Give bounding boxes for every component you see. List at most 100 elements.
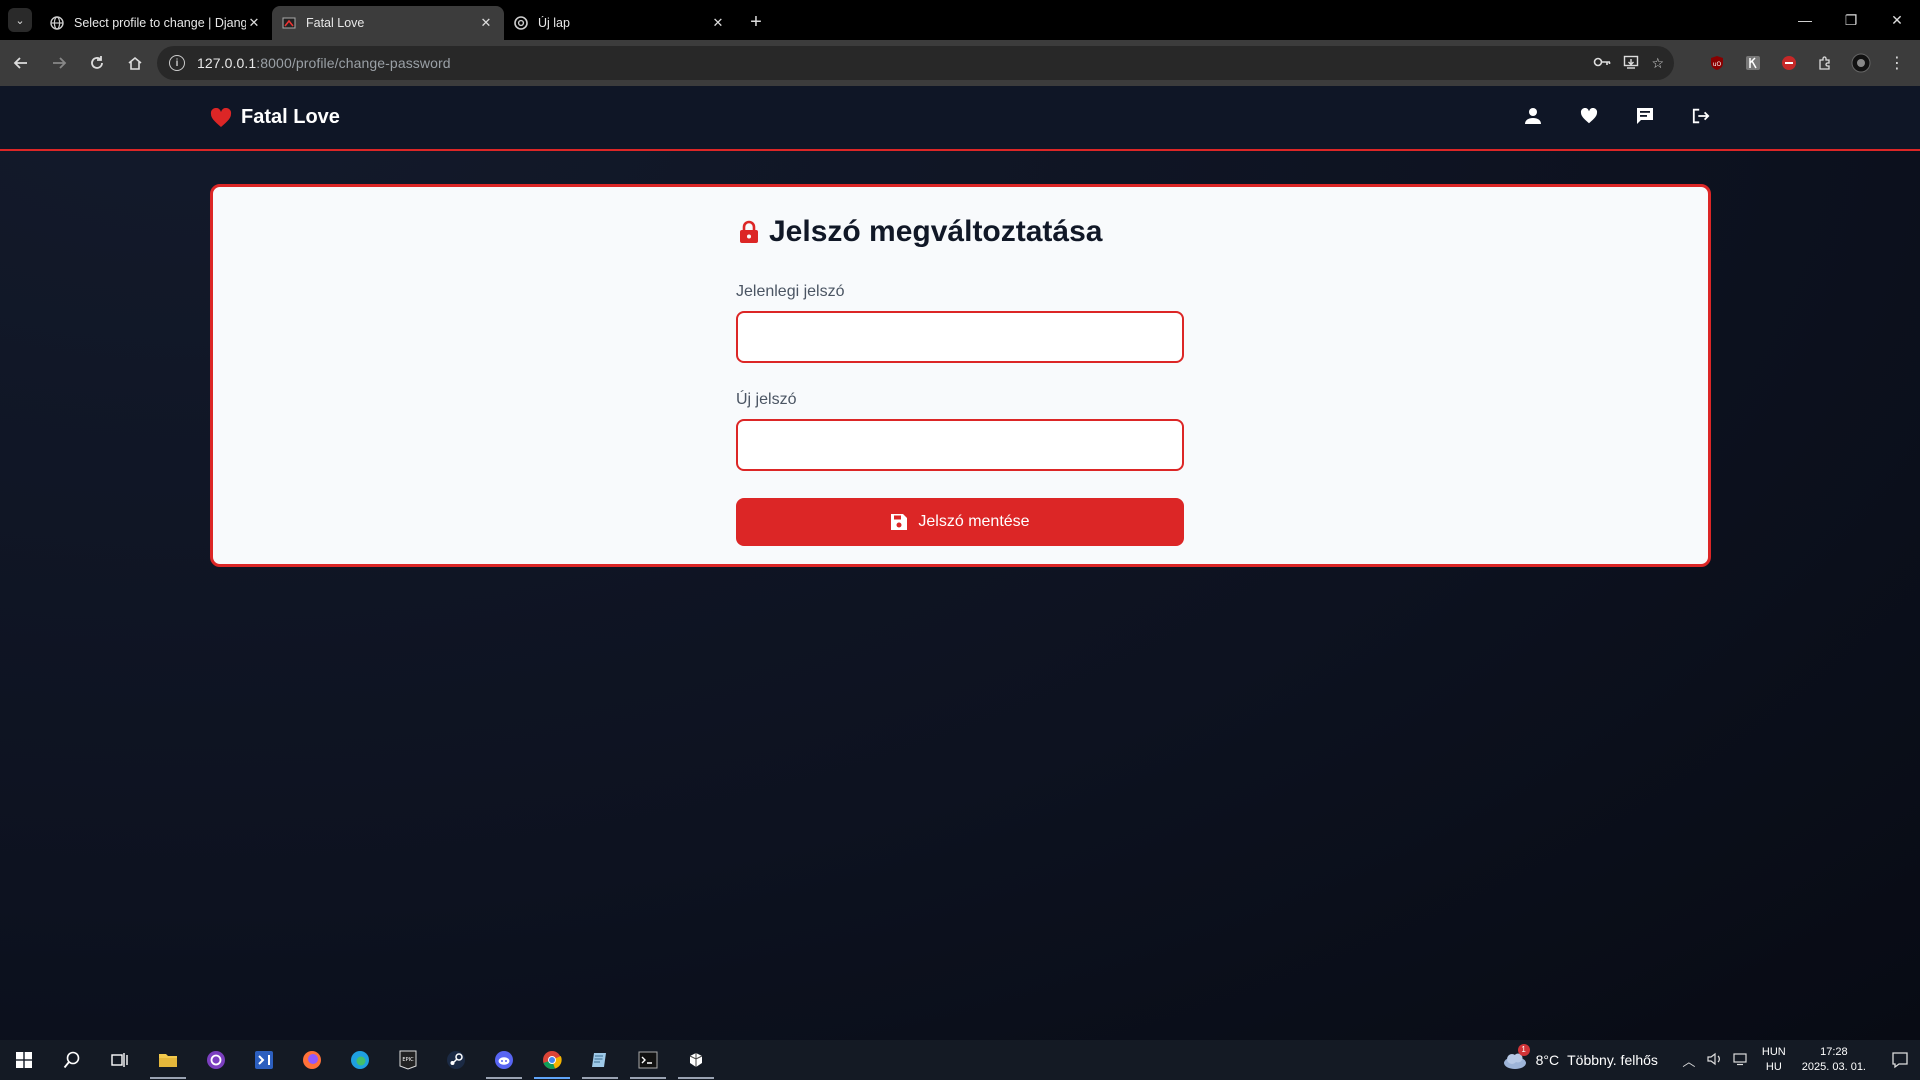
brand-name: Fatal Love	[241, 106, 340, 128]
minimize-button[interactable]: —	[1782, 0, 1828, 40]
site-info-icon[interactable]: i	[169, 55, 185, 71]
profile-avatar-icon[interactable]	[1848, 50, 1874, 76]
epic-games-icon: EPIC	[399, 1050, 417, 1070]
brand-link[interactable]: Fatal Love	[210, 106, 340, 129]
close-icon[interactable]: ✕	[478, 15, 494, 31]
task-view-button[interactable]	[96, 1040, 144, 1080]
svg-text:uO: uO	[1713, 61, 1722, 68]
taskbar-terminal[interactable]	[624, 1040, 672, 1080]
lang-code-bottom: HU	[1765, 1061, 1782, 1073]
tab-django-admin[interactable]: Select profile to change | Djang ✕	[40, 6, 272, 40]
network-icon[interactable]	[1728, 1052, 1754, 1069]
edge-icon	[351, 1051, 369, 1069]
new-password-label: Új jelszó	[736, 391, 797, 408]
taskbar-notes-app[interactable]	[576, 1040, 624, 1080]
search-icon	[63, 1051, 80, 1069]
weather-badge: 1	[1517, 1044, 1530, 1056]
globe-icon	[50, 16, 64, 30]
home-icon	[128, 56, 142, 70]
home-button[interactable]	[118, 46, 152, 80]
reload-button[interactable]	[80, 46, 114, 80]
visual-studio-icon	[255, 1051, 273, 1069]
chevron-up-icon[interactable]: ︿	[1676, 1051, 1702, 1070]
taskbar-discord[interactable]	[480, 1040, 528, 1080]
close-icon[interactable]: ✕	[246, 15, 262, 31]
floppy-disk-icon	[891, 514, 908, 530]
new-password-input[interactable]	[736, 419, 1184, 471]
lang-code-top: HUN	[1761, 1046, 1786, 1058]
change-password-card: Jelszó megváltoztatása Jelenlegi jelszó …	[210, 184, 1711, 567]
extension-k-icon[interactable]	[1740, 50, 1766, 76]
save-password-label: Jelszó mentése	[918, 513, 1030, 530]
likes-nav-button[interactable]	[1580, 106, 1598, 126]
taskbar-app[interactable]	[672, 1040, 720, 1080]
cloudy-weather-icon: 1	[1502, 1044, 1530, 1070]
taskbar-visual-studio[interactable]	[240, 1040, 288, 1080]
puzzle-extensions-icon[interactable]	[1812, 50, 1838, 76]
page-title-text: Jelszó megváltoztatása	[769, 215, 1103, 248]
install-app-icon[interactable]	[1623, 54, 1639, 73]
messages-nav-button[interactable]	[1636, 106, 1654, 126]
address-bar[interactable]: i 127.0.0.1:8000/profile/change-password…	[157, 46, 1674, 80]
bookmark-star-icon[interactable]: ☆	[1651, 55, 1664, 72]
heart-logo-icon	[210, 107, 232, 127]
clock-date: 2025. 03. 01.	[1801, 1061, 1866, 1073]
save-password-button[interactable]: Jelszó mentése	[736, 498, 1184, 546]
url-path: :8000/profile/change-password	[256, 55, 451, 71]
discord-icon	[495, 1051, 513, 1069]
new-tab-button[interactable]: +	[742, 8, 770, 36]
weather-widget[interactable]: 1 8°C Többny. felhős	[1502, 1044, 1658, 1070]
user-icon	[1525, 108, 1541, 124]
forward-button[interactable]	[42, 46, 76, 80]
taskbar-github-desktop[interactable]	[192, 1040, 240, 1080]
taskbar-chrome[interactable]	[528, 1040, 576, 1080]
windows-taskbar: EPIC 1 8°C Többny. felhős ︿ HUN HU 17:28…	[0, 1040, 1920, 1080]
notification-center-button[interactable]	[1880, 1040, 1920, 1080]
input-language[interactable]: HUN HU	[1762, 1045, 1786, 1075]
current-password-input[interactable]	[736, 311, 1184, 363]
url-host: 127.0.0.1	[197, 55, 257, 71]
tab-search-button[interactable]: ⌄	[8, 8, 32, 32]
site-navbar: Fatal Love	[0, 86, 1920, 151]
logout-nav-button[interactable]	[1692, 106, 1710, 126]
taskbar-epic-games[interactable]: EPIC	[384, 1040, 432, 1080]
search-button[interactable]	[48, 1040, 96, 1080]
weather-desc: Többny. felhős	[1567, 1052, 1658, 1068]
close-icon[interactable]: ✕	[710, 15, 726, 31]
taskbar-file-explorer[interactable]	[144, 1040, 192, 1080]
blocker-icon[interactable]	[1776, 50, 1802, 76]
start-button[interactable]	[0, 1040, 48, 1080]
kebab-menu-icon[interactable]: ⋮	[1884, 50, 1910, 76]
clock[interactable]: 17:28 2025. 03. 01.	[1802, 1045, 1866, 1075]
tab-title: Új lap	[538, 16, 570, 30]
tab-fatal-love[interactable]: Fatal Love ✕	[272, 6, 504, 40]
taskbar-steam[interactable]	[432, 1040, 480, 1080]
back-button[interactable]	[4, 46, 38, 80]
restore-button[interactable]: ❐	[1828, 0, 1874, 40]
tab-new-tab[interactable]: Új lap ✕	[504, 6, 736, 40]
weather-temp: 8°C	[1535, 1052, 1560, 1068]
url-text: 127.0.0.1:8000/profile/change-password	[197, 55, 451, 71]
logout-icon	[1692, 108, 1710, 124]
window-controls: — ❐ ✕	[1782, 0, 1920, 40]
speaker-icon[interactable]	[1702, 1052, 1728, 1069]
windows-logo-icon	[16, 1052, 32, 1068]
cube-app-icon	[689, 1053, 703, 1067]
password-key-icon[interactable]	[1593, 55, 1611, 71]
ublock-icon[interactable]: uO	[1704, 50, 1730, 76]
arrow-left-icon	[13, 57, 27, 69]
address-bar-actions: ☆	[1593, 46, 1664, 80]
taskbar-edge[interactable]	[336, 1040, 384, 1080]
heart-icon	[1580, 108, 1598, 124]
extensions-area: uO ⋮	[1704, 40, 1920, 86]
page-title: Jelszó megváltoztatása	[739, 215, 1102, 249]
system-tray: 1 8°C Többny. felhős ︿ HUN HU 17:28 2025…	[1502, 1040, 1920, 1080]
chevron-down-icon: ⌄	[15, 14, 25, 27]
profile-nav-button[interactable]	[1524, 106, 1542, 126]
lock-icon	[740, 220, 758, 243]
svg-text:EPIC: EPIC	[402, 1057, 414, 1063]
tab-title: Fatal Love	[306, 16, 365, 30]
close-window-button[interactable]: ✕	[1874, 0, 1920, 40]
browser-toolbar: i 127.0.0.1:8000/profile/change-password…	[0, 40, 1920, 86]
taskbar-firefox[interactable]	[288, 1040, 336, 1080]
